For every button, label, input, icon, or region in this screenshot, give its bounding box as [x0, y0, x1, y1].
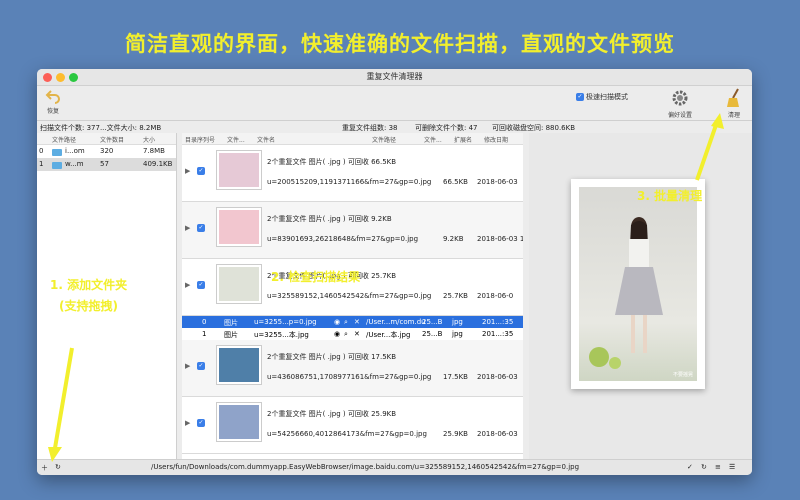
arrow-head-add — [48, 447, 62, 462]
annotation-arrows — [48, 113, 724, 462]
arrow-head-clean — [711, 113, 724, 129]
arrow-to-add-button — [53, 347, 74, 449]
arrow-to-clean-button — [695, 124, 718, 181]
